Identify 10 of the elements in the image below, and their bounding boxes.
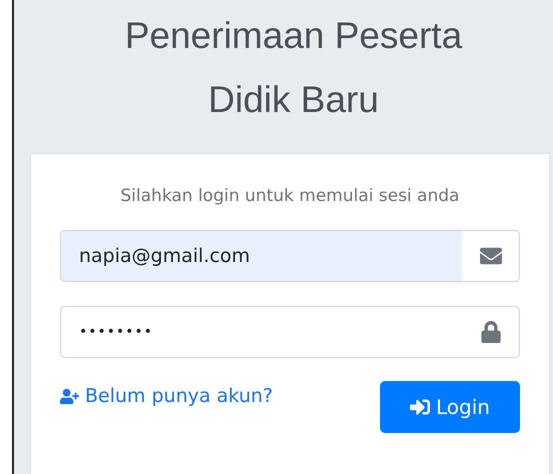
email-field[interactable]: napia@gmail.com: [60, 230, 520, 282]
register-link[interactable]: Belum punya akun?: [60, 385, 273, 407]
login-message: Silahkan login untuk memulai sesi anda: [120, 186, 460, 206]
sign-in-icon: [410, 397, 430, 417]
password-field[interactable]: ••••••••: [60, 306, 520, 358]
user-plus-icon: [60, 386, 79, 406]
login-button[interactable]: Login: [380, 381, 520, 433]
page-title: Penerimaan Peserta Didik Baru: [124, 14, 464, 122]
lock-icon: [480, 321, 502, 343]
envelope-icon: [480, 245, 502, 267]
